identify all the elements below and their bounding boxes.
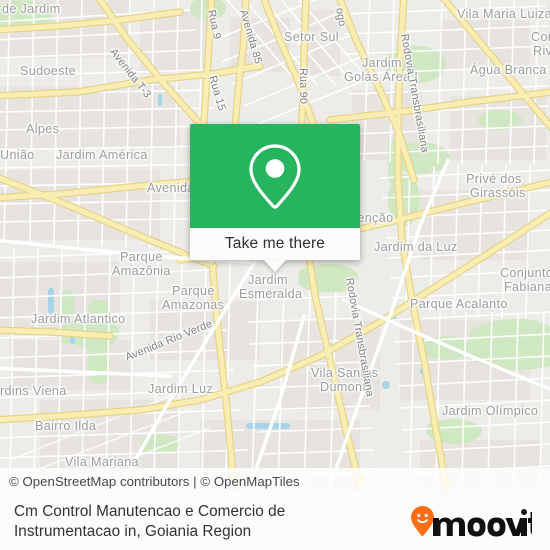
take-me-there-button[interactable]: Take me there	[190, 228, 360, 260]
card-image-area	[190, 124, 360, 228]
map-attribution-bar: © OpenStreetMap contributors | © OpenMap…	[0, 468, 550, 494]
page-title: Cm Control Manutencao e Comercio de Inst…	[14, 502, 286, 540]
attribution-text[interactable]: © OpenStreetMap contributors | © OpenMap…	[9, 474, 300, 489]
moovit-wordmark	[411, 506, 532, 537]
location-info-card[interactable]: Take me there	[190, 124, 360, 272]
moovit-map-screenshot: de Jardim Sudoeste Alpes União Jardim Améric…	[0, 0, 550, 550]
page-footer: Cm Control Manutencao e Comercio de Inst…	[0, 494, 550, 550]
take-me-there-label: Take me there	[224, 235, 326, 252]
moovit-logo[interactable]	[410, 505, 532, 539]
card-pointer-tail	[264, 260, 286, 272]
map-pin-icon	[249, 144, 301, 209]
